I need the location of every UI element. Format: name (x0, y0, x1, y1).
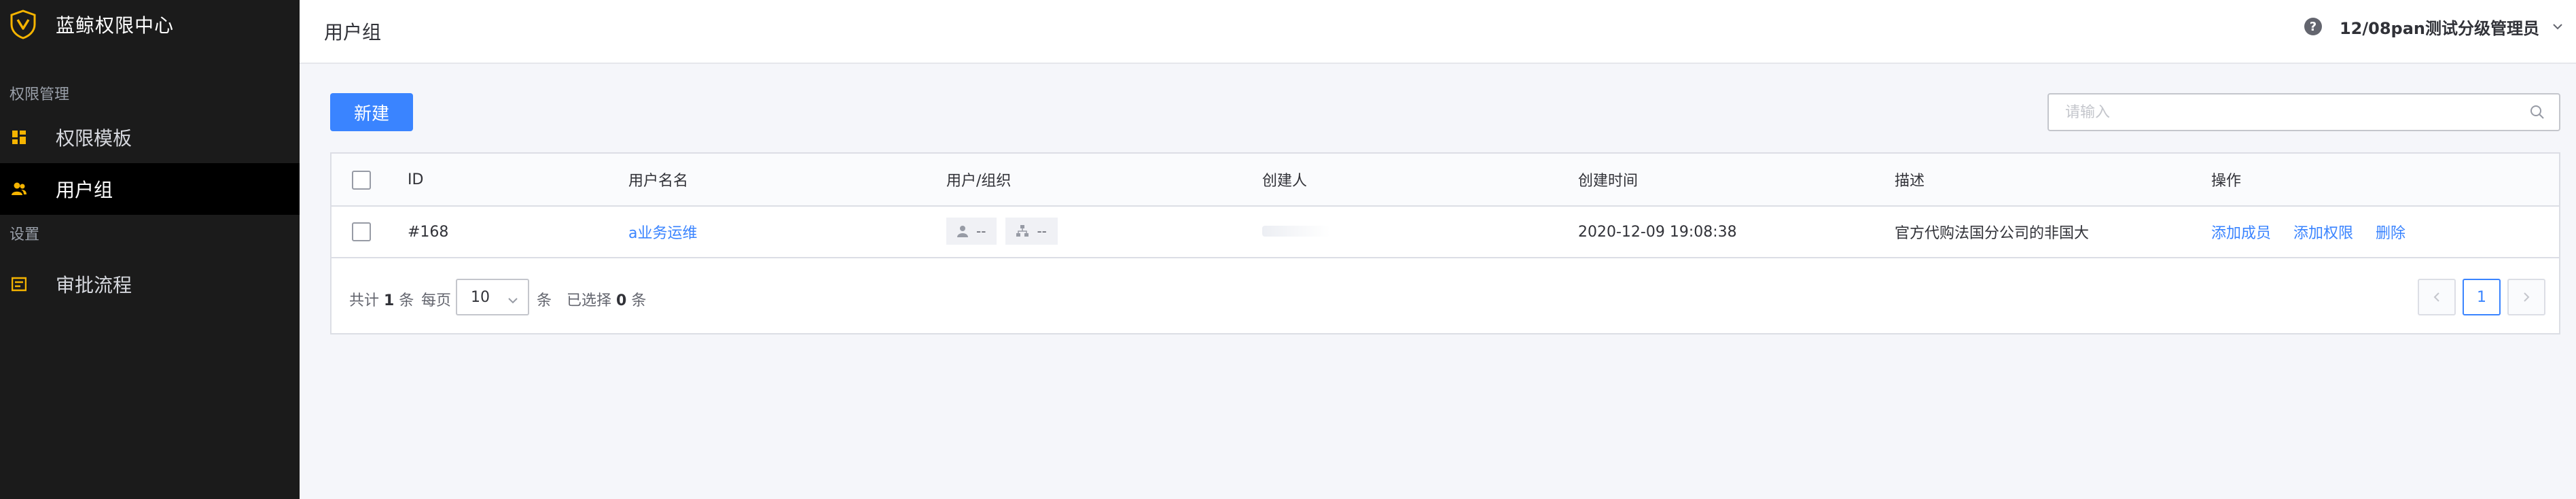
selected-prefix: 已选择 (567, 292, 612, 309)
sidebar-item-label: 审批流程 (56, 274, 132, 296)
per-page-unit: 条 (537, 292, 552, 309)
header-user-area: ? 12/08pan测试分级管理员 (2304, 0, 2565, 53)
sidebar: 蓝鲸权限中心 权限管理 权限模板 用户组 设置 审批流程 (0, 0, 300, 499)
page-size-select[interactable]: 10 (456, 279, 529, 315)
row-id: #168 (408, 223, 449, 241)
column-header-actions: 操作 (2211, 173, 2242, 190)
user-count: -- (976, 223, 986, 239)
sidebar-item-user-groups[interactable]: 用户组 (0, 163, 300, 215)
search-box (2047, 93, 2560, 131)
top-header: 用户组 ? 12/08pan测试分级管理员 (300, 0, 2576, 64)
page-title: 用户组 (324, 21, 382, 44)
add-permission-link[interactable]: 添加权限 (2293, 225, 2353, 242)
template-grid-icon (11, 129, 27, 145)
table-header: ID 用户名名 用户/组织 创建人 创建时间 描述 操作 (332, 154, 2559, 207)
new-button[interactable]: 新建 (330, 93, 413, 131)
chevron-left-icon (2433, 292, 2439, 302)
selected-count: 已选择 0 条 (567, 288, 646, 310)
search-icon[interactable] (2528, 103, 2547, 122)
row-checkbox[interactable] (352, 222, 371, 241)
user-count-tag: -- (946, 218, 997, 245)
user-icon (957, 226, 968, 237)
user-group-table: ID 用户名名 用户/组织 创建人 创建时间 描述 操作 #168 a业务运维 … (330, 152, 2560, 334)
total-suffix: 条 (399, 292, 414, 309)
org-count: -- (1037, 223, 1047, 239)
selected-value: 0 (616, 292, 627, 309)
row-creator (1262, 224, 1330, 241)
chevron-down-icon (507, 291, 518, 308)
org-tree-icon (1016, 225, 1029, 237)
sidebar-item-label: 用户组 (56, 179, 113, 201)
user-menu[interactable]: 12/08pan测试分级管理员 (2340, 15, 2539, 39)
sidebar-item-templates[interactable]: 权限模板 (0, 111, 300, 163)
column-header-created-at: 创建时间 (1578, 173, 1639, 190)
row-group-name-link[interactable]: a业务运维 (628, 221, 697, 243)
delete-link[interactable]: 删除 (2376, 225, 2405, 242)
shield-logo-icon (7, 8, 39, 41)
nav-group-permission: 权限管理 (10, 86, 70, 103)
select-all-checkbox[interactable] (352, 171, 371, 190)
row-description: 官方代购法国分公司的非国大 (1895, 225, 2090, 242)
next-page-button[interactable] (2507, 279, 2545, 315)
add-member-link[interactable]: 添加成员 (2211, 225, 2271, 242)
page-size-value: 10 (471, 288, 490, 306)
sidebar-item-label: 权限模板 (56, 127, 132, 150)
total-value: 1 (384, 292, 395, 309)
row-created-at: 2020-12-09 19:08:38 (1578, 223, 1737, 241)
redacted-creator (1262, 225, 1330, 237)
brand: 蓝鲸权限中心 (0, 0, 300, 49)
search-input[interactable] (2065, 103, 2528, 121)
chevron-right-icon (2524, 292, 2530, 302)
sidebar-item-approval[interactable]: 审批流程 (0, 258, 300, 310)
table-row: #168 a业务运维 -- -- 2020-12-09 19:08:38 官方代… (332, 207, 2559, 258)
column-header-id: ID (408, 171, 424, 188)
user-group-icon (11, 181, 27, 197)
column-header-name: 用户名名 (628, 173, 689, 190)
nav-group-settings: 设置 (10, 226, 40, 243)
per-page-label: 每页 (421, 292, 452, 309)
page-number-button[interactable]: 1 (2463, 279, 2501, 315)
brand-title: 蓝鲸权限中心 (56, 14, 175, 37)
selected-suffix: 条 (631, 292, 647, 309)
row-members: -- -- (946, 218, 1062, 245)
pagination-bar: 共计 1 条 每页 10 条 已选择 0 条 1 (332, 260, 2559, 334)
org-count-tag: -- (1005, 218, 1058, 245)
row-actions: 添加成员 添加权限 删除 (2211, 221, 2423, 243)
help-icon[interactable]: ? (2304, 18, 2322, 35)
chevron-down-icon[interactable] (2550, 19, 2565, 34)
total-count: 共计 1 条 (349, 288, 414, 310)
column-header-users: 用户/组织 (946, 173, 1012, 190)
column-header-description: 描述 (1895, 173, 1925, 190)
total-prefix: 共计 (349, 292, 380, 309)
column-header-creator: 创建人 (1262, 173, 1308, 190)
approval-flow-icon (11, 276, 27, 292)
prev-page-button[interactable] (2418, 279, 2456, 315)
